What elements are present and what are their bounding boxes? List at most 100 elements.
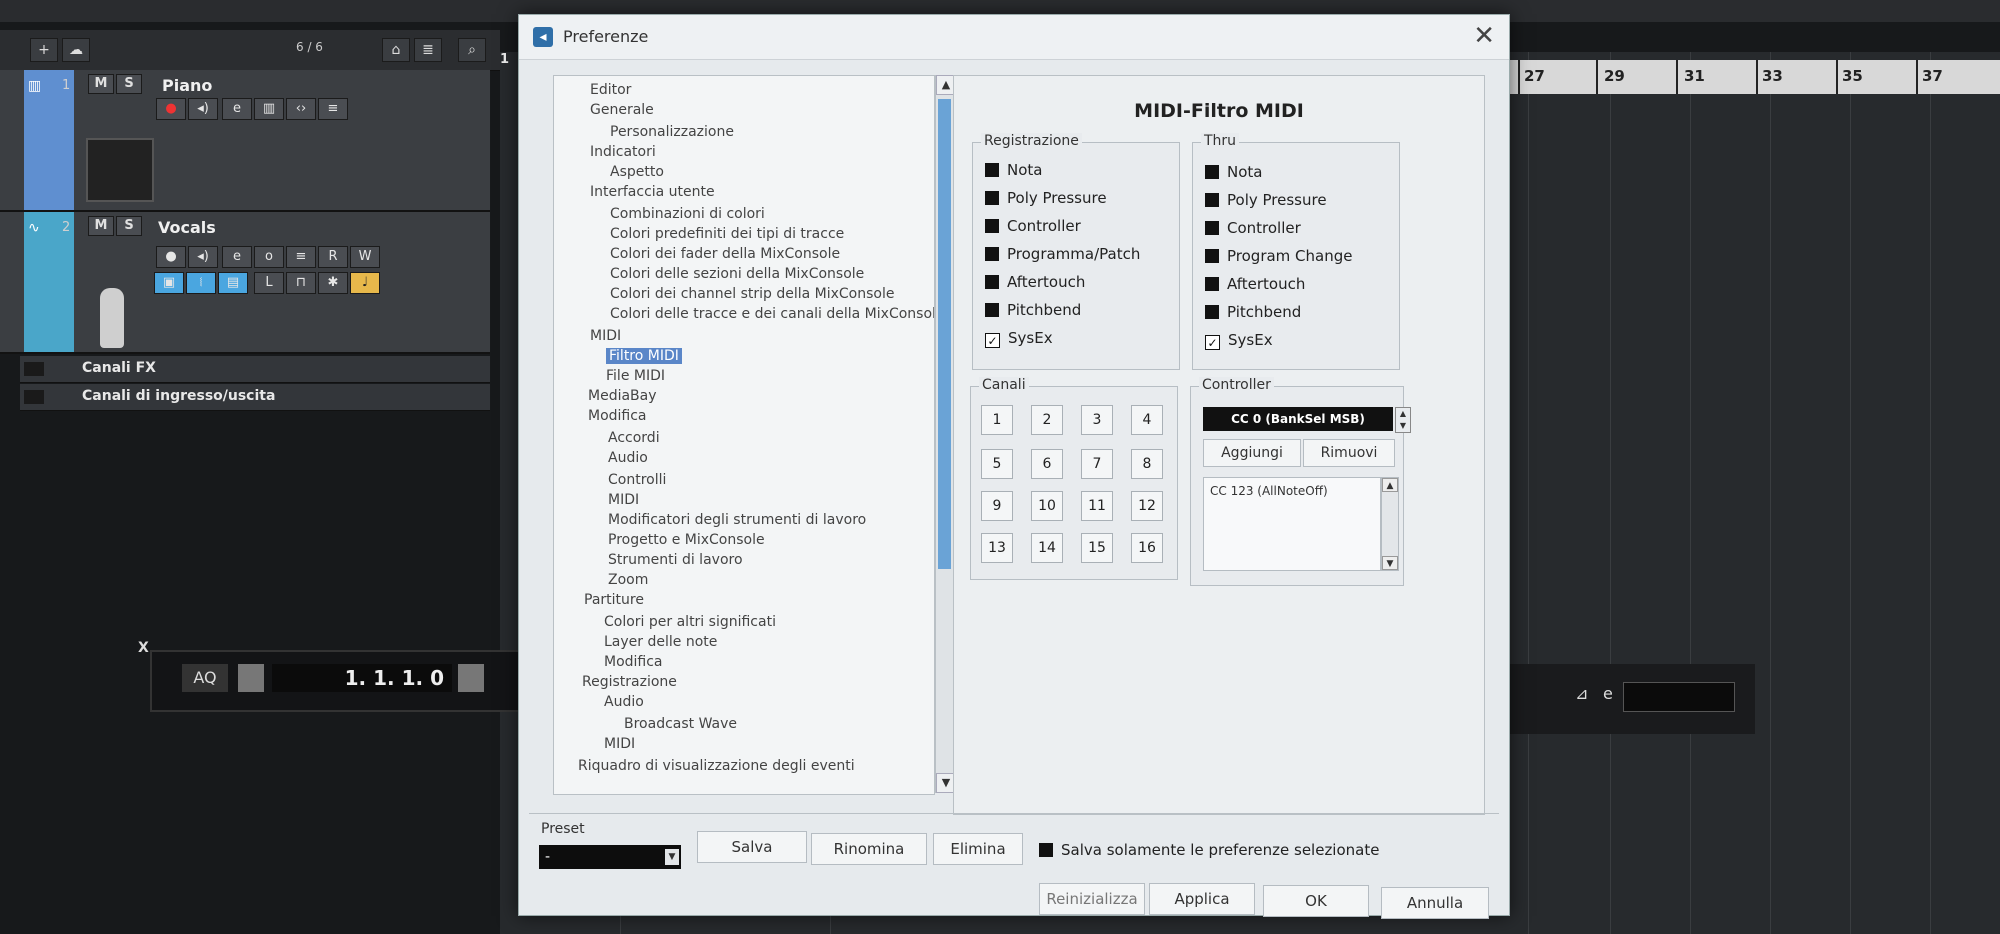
tree-item[interactable]: Layer delle note — [604, 634, 717, 650]
channel-button-2[interactable]: 2 — [1031, 405, 1063, 435]
home-icon[interactable]: ⌂ — [382, 38, 410, 62]
tree-item[interactable]: Accordi — [608, 430, 660, 446]
locator-left-icon[interactable] — [238, 664, 264, 692]
channel-button-9[interactable]: 9 — [981, 491, 1013, 521]
rec-filter-aftertouch-checkbox[interactable]: Aftertouch — [985, 273, 1085, 291]
scroll-thumb[interactable] — [938, 99, 951, 569]
edit-icon[interactable]: e — [222, 246, 252, 268]
tree-item[interactable]: Colori delle tracce e dei canali della M… — [610, 306, 934, 322]
tree-item[interactable]: Aspetto — [610, 164, 664, 180]
controller-spin-icon[interactable]: ▲ ▼ — [1395, 407, 1411, 433]
channel-button-1[interactable]: 1 — [981, 405, 1013, 435]
tree-item[interactable]: Broadcast Wave — [624, 716, 737, 732]
ok-button[interactable]: OK — [1263, 885, 1369, 917]
lanes-button[interactable]: L — [254, 272, 284, 294]
preset-select[interactable]: - ▼ — [539, 845, 681, 869]
rec-filter-sysex-checkbox[interactable]: ✓ SysEx — [985, 329, 1053, 348]
tree-item[interactable]: Personalizzazione — [610, 124, 734, 140]
list-icon[interactable]: ≣ — [414, 38, 442, 62]
channel-button-5[interactable]: 5 — [981, 449, 1013, 479]
rec-filter-controller-checkbox[interactable]: Controller — [985, 217, 1081, 235]
tree-item[interactable]: Modifica — [588, 408, 647, 424]
rec-filter-program-checkbox[interactable]: Programma/Patch — [985, 245, 1140, 263]
tree-item[interactable]: MIDI — [608, 492, 639, 508]
folder-fx-channels[interactable]: Canali FX — [20, 356, 490, 383]
rec-filter-pitchbend-checkbox[interactable]: Pitchbend — [985, 301, 1081, 319]
track-piano[interactable]: ▥ 1 M S Piano ● ◂) e ▥ ‹› ≡ — [0, 70, 490, 212]
record-enable-icon[interactable]: ● — [156, 98, 186, 120]
tree-item[interactable]: Colori predefiniti dei tipi di tracce — [610, 226, 844, 242]
channel-button-14[interactable]: 14 — [1031, 533, 1063, 563]
tree-item[interactable]: File MIDI — [606, 368, 665, 384]
tree-item[interactable]: Zoom — [608, 572, 648, 588]
channel-button-16[interactable]: 16 — [1131, 533, 1163, 563]
tree-item[interactable]: Partiture — [584, 592, 644, 608]
track-vocals[interactable]: ∿ 2 M S Vocals ● ◂) e o ≡ R W ▣ ⧙ ▤ L ⊓ … — [0, 212, 490, 354]
asterisk-icon[interactable]: ✱ — [318, 272, 348, 294]
controller-list-scrollbar[interactable]: ▲ ▼ — [1381, 477, 1399, 571]
search-icon[interactable]: ⌕ — [458, 38, 486, 62]
monitor-icon[interactable]: ◂) — [188, 98, 218, 120]
rec-filter-note-checkbox[interactable]: Nota — [985, 161, 1042, 179]
lock-icon[interactable]: ⊓ — [286, 272, 316, 294]
channel-icon[interactable]: ▣ — [154, 272, 184, 294]
tree-scrollbar[interactable]: ▲ ▼ — [935, 75, 956, 793]
list-item[interactable]: CC 123 (AllNoteOff) — [1210, 484, 1328, 498]
tree-item[interactable]: Colori dei fader della MixConsole — [610, 246, 840, 262]
cancel-button[interactable]: Annulla — [1381, 887, 1489, 919]
tree-item[interactable]: MediaBay — [588, 388, 657, 404]
tree-item[interactable]: Riquadro di visualizzazione degli eventi — [578, 758, 855, 774]
tree-item[interactable]: MIDI — [604, 736, 635, 752]
instrument-icon[interactable]: ▥ — [254, 98, 284, 120]
tree-item-selected[interactable]: Filtro MIDI — [606, 348, 682, 364]
delete-preset-button[interactable]: Elimina — [933, 833, 1023, 865]
channel-button-7[interactable]: 7 — [1081, 449, 1113, 479]
tree-item[interactable]: Editor — [590, 82, 631, 98]
thru-filter-sysex-checkbox[interactable]: ✓ SysEx — [1205, 331, 1273, 350]
edit-icon[interactable]: e — [222, 98, 252, 120]
write-automation-button[interactable]: W — [350, 246, 380, 268]
tree-item[interactable]: Interfaccia utente — [590, 184, 715, 200]
channel-button-3[interactable]: 3 — [1081, 405, 1113, 435]
save-selected-only-checkbox[interactable]: Salva solamente le preferenze selezionat… — [1039, 841, 1379, 859]
remove-controller-button[interactable]: Rimuovi — [1303, 439, 1395, 467]
channel-button-15[interactable]: 15 — [1081, 533, 1113, 563]
monitor-icon[interactable]: ◂) — [188, 246, 218, 268]
thru-filter-aftertouch-checkbox[interactable]: Aftertouch — [1205, 275, 1305, 293]
thru-filter-program-change-checkbox[interactable]: Program Change — [1205, 247, 1353, 265]
scroll-up-icon[interactable]: ▲ — [1382, 478, 1398, 492]
solo-button[interactable]: S — [116, 74, 142, 94]
scroll-down-icon[interactable]: ▼ — [1382, 556, 1398, 570]
save-preset-button[interactable]: Salva — [697, 831, 807, 863]
rename-preset-button[interactable]: Rinomina — [811, 833, 927, 865]
tempo-display[interactable] — [1623, 682, 1735, 712]
tree-item[interactable]: Controlli — [608, 472, 666, 488]
channel-button-6[interactable]: 6 — [1031, 449, 1063, 479]
tree-item[interactable]: MIDI — [590, 328, 621, 344]
tree-item[interactable]: Combinazioni di colori — [610, 206, 765, 222]
channel-button-12[interactable]: 12 — [1131, 491, 1163, 521]
tree-item[interactable]: Colori delle sezioni della MixConsole — [610, 266, 864, 282]
tree-item[interactable]: Audio — [608, 450, 648, 466]
add-controller-button[interactable]: Aggiungi — [1203, 439, 1301, 467]
channel-button-4[interactable]: 4 — [1131, 405, 1163, 435]
rec-filter-poly-pressure-checkbox[interactable]: Poly Pressure — [985, 189, 1107, 207]
tree-item[interactable]: Strumenti di lavoro — [608, 552, 743, 568]
thru-filter-note-checkbox[interactable]: Nota — [1205, 163, 1262, 181]
thru-filter-pitchbend-checkbox[interactable]: Pitchbend — [1205, 303, 1301, 321]
edit-icon[interactable]: e — [1603, 684, 1613, 703]
locator-right-icon[interactable] — [458, 664, 484, 692]
metronome-icon[interactable]: ⊿ — [1575, 684, 1588, 703]
inserts-icon[interactable]: ≡ — [318, 98, 348, 120]
close-icon[interactable]: ✕ — [1473, 21, 1495, 51]
thru-filter-controller-checkbox[interactable]: Controller — [1205, 219, 1301, 237]
channel-button-13[interactable]: 13 — [981, 533, 1013, 563]
channel-button-8[interactable]: 8 — [1131, 449, 1163, 479]
tree-item[interactable]: Generale — [590, 102, 654, 118]
transport-close-button[interactable]: X — [138, 640, 149, 656]
aq-button[interactable]: AQ — [182, 664, 228, 692]
tree-item[interactable]: Modifica — [604, 654, 663, 670]
cloud-icon[interactable]: ☁ — [62, 38, 90, 62]
mute-button[interactable]: M — [88, 74, 114, 94]
controller-list[interactable]: CC 123 (AllNoteOff) — [1203, 477, 1381, 571]
